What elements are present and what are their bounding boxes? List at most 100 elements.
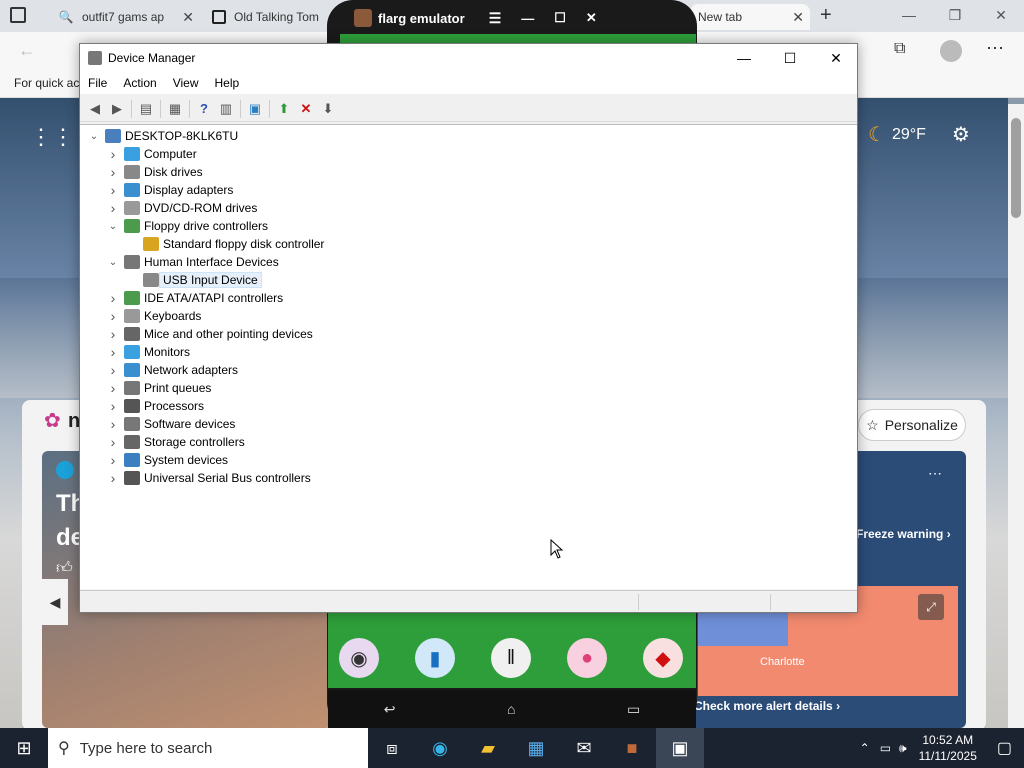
profile-avatar[interactable] [940,40,962,62]
tree-node[interactable]: › Network adapters [105,361,238,379]
maximize-icon[interactable]: ☐ [767,44,813,72]
chevron-right-icon[interactable]: › [105,308,121,324]
tree-node[interactable]: › Computer [105,145,197,163]
minimize-icon[interactable]: — [886,0,932,30]
tab-new-tab[interactable]: New tab ✕ [690,4,810,30]
like-icon[interactable]: 👍︎ [56,559,73,578]
close-icon[interactable]: ✕ [978,0,1024,30]
task-view-icon[interactable]: ⧈ [368,728,416,768]
tree-node[interactable]: › Print queues [105,379,212,397]
tree-node[interactable]: › Monitors [105,343,190,361]
back-icon[interactable]: ← [18,40,36,61]
alert-details-link[interactable]: Check more alert details › [694,699,840,713]
alert-label[interactable]: Freeze warning › [856,527,951,541]
personalize-button[interactable]: ☆ Personalize [858,409,966,441]
chevron-down-icon[interactable]: ⌄ [105,218,121,234]
tree-node[interactable]: › IDE ATA/ATAPI controllers [105,289,284,307]
chevron-right-icon[interactable]: › [105,398,121,414]
mail-icon[interactable]: ✉ [560,728,608,768]
menu-help[interactable]: Help [207,76,248,90]
file-explorer-icon[interactable]: ▰ [464,728,512,768]
tree-node[interactable]: ⌄ DESKTOP-8KLK6TU [86,127,238,145]
add-driver-icon[interactable]: ⬆ [273,98,295,120]
tree-node[interactable]: › Disk drives [105,163,203,181]
weather-widget[interactable]: ☾ 29°F ⚙ [868,122,970,147]
restore-icon[interactable]: ❐ [932,0,978,30]
tree-node[interactable]: › Processors [105,397,204,415]
menu-icon[interactable]: ☰ [489,10,502,27]
chevron-right-icon[interactable]: › [105,362,121,378]
uninstall-device-icon[interactable]: ✕ [295,98,317,120]
tab-actions-icon[interactable] [10,7,26,23]
minimize-icon[interactable]: — [521,11,534,26]
collections-icon[interactable]: ⧉ [894,40,905,58]
taskbar-search-box[interactable]: ⚲ Type here to search [48,728,368,768]
scrollbar-thumb[interactable] [1011,118,1021,218]
more-icon[interactable]: ⋯ [986,38,1004,59]
start-button[interactable]: ⊞ [0,728,48,768]
chevron-right-icon[interactable]: › [105,470,121,486]
new-tab-button[interactable]: + [820,4,832,27]
tree-node[interactable]: Standard floppy disk controller [124,235,324,253]
close-icon[interactable]: ✕ [792,9,804,26]
expand-icon[interactable]: ⤢ [918,594,944,620]
network-icon[interactable]: ▭ [876,741,895,755]
tree-node[interactable]: › Mice and other pointing devices [105,325,313,343]
recents-nav-icon[interactable]: ▭ [627,701,640,718]
chevron-right-icon[interactable]: › [105,344,121,360]
tree-node[interactable]: › Universal Serial Bus controllers [105,469,311,487]
chevron-right-icon[interactable]: › [105,380,121,396]
balloon-icon[interactable]: ● [567,638,607,678]
close-icon[interactable]: ✕ [813,44,859,72]
volume-icon[interactable]: 🕪︎ [895,741,911,756]
close-icon[interactable]: ✕ [182,9,194,26]
tab-old-talking-tom[interactable]: Old Talking Tom [204,4,328,30]
close-icon[interactable]: ✕ [586,10,597,26]
back-icon[interactable]: ◀ [84,98,106,120]
scan-hardware-icon[interactable]: ▣ [244,98,266,120]
more-options-icon[interactable]: ⋯ [928,465,942,482]
clock[interactable]: 10:52 AM 11/11/2025 [911,732,985,764]
chevron-right-icon[interactable]: › [105,452,121,468]
carousel-prev-button[interactable]: ◀ [42,579,68,625]
store-icon[interactable]: ▦ [512,728,560,768]
emulator-taskbar-icon[interactable]: ■ [608,728,656,768]
menu-view[interactable]: View [165,76,207,90]
chevron-right-icon[interactable]: › [105,182,121,198]
back-nav-icon[interactable]: ↩ [384,701,396,718]
minimize-icon[interactable]: — [721,44,767,72]
water-glass-icon[interactable]: ▮ [415,638,455,678]
tab-outfit7-search[interactable]: 🔍 outfit7 gams ap ✕ [50,4,200,30]
fork-knife-icon[interactable]: ‖ [491,638,531,678]
tree-node[interactable]: USB Input Device [124,271,262,289]
tree-node[interactable]: › Software devices [105,415,236,433]
menu-action[interactable]: Action [115,76,164,90]
page-scrollbar[interactable] [1008,104,1024,728]
tree-node[interactable]: › System devices [105,451,228,469]
chevron-right-icon[interactable]: › [105,164,121,180]
tree-node[interactable]: › Display adapters [105,181,234,199]
tree-node[interactable]: › Storage controllers [105,433,245,451]
chevron-down-icon[interactable]: ⌄ [86,128,102,144]
lips-icon[interactable]: ◆ [643,638,683,678]
chevron-down-icon[interactable]: ⌄ [105,254,121,270]
tree-node[interactable]: ⌄ Human Interface Devices [105,253,279,271]
menu-file[interactable]: File [80,76,115,90]
help-icon[interactable]: ? [193,98,215,120]
edge-icon[interactable]: ◉ [416,728,464,768]
mouse-icon[interactable]: ◉ [339,638,379,678]
tree-node[interactable]: › Keyboards [105,307,202,325]
disable-device-icon[interactable]: ⬇ [317,98,339,120]
chevron-up-icon[interactable]: ⌃ [854,741,876,755]
tree-node[interactable]: › DVD/CD-ROM drives [105,199,258,217]
home-nav-icon[interactable]: ⌂ [507,701,515,717]
chevron-right-icon[interactable]: › [105,434,121,450]
chevron-right-icon[interactable]: › [105,326,121,342]
notifications-icon[interactable]: ▢ [985,738,1024,758]
properties-icon[interactable]: ▦ [164,98,186,120]
forward-icon[interactable]: ▶ [106,98,128,120]
chevron-right-icon[interactable]: › [105,200,121,216]
tree-node[interactable]: ⌄ Floppy drive controllers [105,217,268,235]
maximize-icon[interactable]: ☐ [554,10,566,26]
chevron-right-icon[interactable]: › [105,290,121,306]
